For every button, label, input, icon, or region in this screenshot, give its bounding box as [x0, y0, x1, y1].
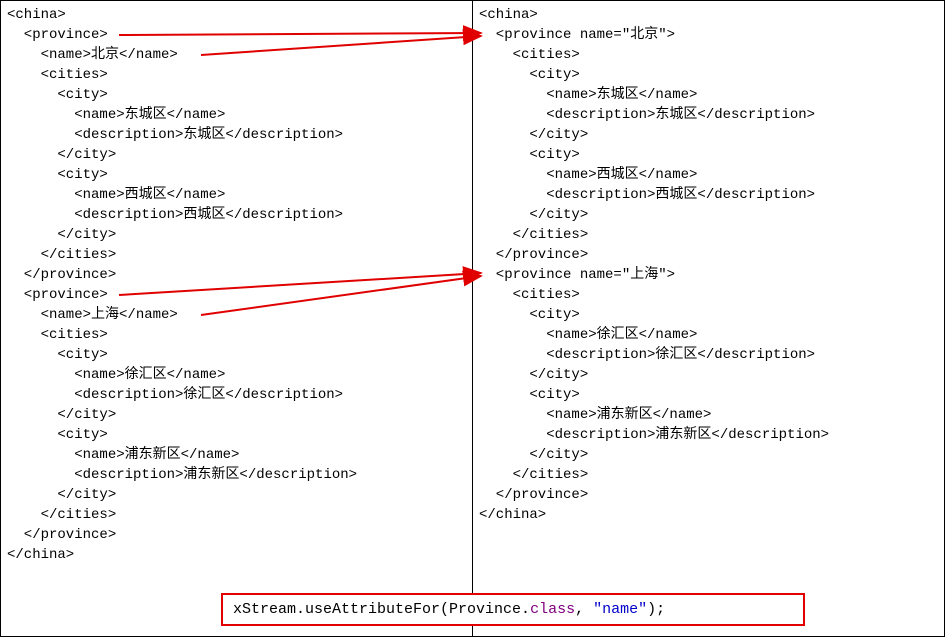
xml-line: <province name="上海">: [479, 265, 939, 285]
xml-line: <city>: [7, 165, 466, 185]
xml-line: <name>北京</name>: [7, 45, 466, 65]
xml-line: <city>: [479, 65, 939, 85]
xml-line: </cities>: [479, 465, 939, 485]
xml-line: <name>东城区</name>: [479, 85, 939, 105]
xml-line: <description>浦东新区</description>: [7, 465, 466, 485]
code-keyword-class: class: [530, 601, 575, 618]
xml-line: <city>: [479, 305, 939, 325]
diagram-container: <china> <province> <name>北京</name> <citi…: [0, 0, 945, 637]
xml-line: </city>: [7, 145, 466, 165]
xml-line: </china>: [479, 505, 939, 525]
xml-line: <name>西城区</name>: [7, 185, 466, 205]
xml-line: <city>: [7, 345, 466, 365]
xml-line: <description>东城区</description>: [7, 125, 466, 145]
xml-line: <city>: [7, 425, 466, 445]
code-text: ,: [575, 601, 593, 618]
code-text: xStream.useAttributeFor(Province.: [233, 601, 530, 618]
xml-line: <city>: [7, 85, 466, 105]
xml-line: <name>浦东新区</name>: [479, 405, 939, 425]
xml-line: <name>东城区</name>: [7, 105, 466, 125]
xml-line: <city>: [479, 385, 939, 405]
xml-line: <description>西城区</description>: [7, 205, 466, 225]
xml-line: <china>: [479, 5, 939, 25]
xml-line: <cities>: [479, 45, 939, 65]
xml-line: <cities>: [479, 285, 939, 305]
xml-line: </city>: [7, 225, 466, 245]
code-text: );: [647, 601, 665, 618]
xml-line: </city>: [479, 445, 939, 465]
xml-line: </cities>: [7, 505, 466, 525]
xml-line: <name>上海</name>: [7, 305, 466, 325]
xml-line: <description>浦东新区</description>: [479, 425, 939, 445]
xml-line: </cities>: [7, 245, 466, 265]
xml-line: </china>: [7, 545, 466, 565]
xml-line: <name>西城区</name>: [479, 165, 939, 185]
xml-line: <name>徐汇区</name>: [7, 365, 466, 385]
xml-line: </cities>: [479, 225, 939, 245]
xml-line: </city>: [7, 485, 466, 505]
xml-line: <cities>: [7, 65, 466, 85]
xml-line: <province>: [7, 25, 466, 45]
xml-line: </province>: [7, 265, 466, 285]
xml-line: <city>: [479, 145, 939, 165]
xml-line: <description>西城区</description>: [479, 185, 939, 205]
xml-line: </city>: [479, 365, 939, 385]
xml-line: <name>浦东新区</name>: [7, 445, 466, 465]
xml-line: <china>: [7, 5, 466, 25]
xml-line: </city>: [7, 405, 466, 425]
left-xml-pane: <china> <province> <name>北京</name> <citi…: [1, 1, 473, 636]
xml-line: </city>: [479, 205, 939, 225]
xml-line: </province>: [7, 525, 466, 545]
xml-line: </city>: [479, 125, 939, 145]
xml-line: <description>徐汇区</description>: [7, 385, 466, 405]
xml-line: <description>东城区</description>: [479, 105, 939, 125]
code-string: "name": [593, 601, 647, 618]
xml-line: <province name="北京">: [479, 25, 939, 45]
xml-line: <province>: [7, 285, 466, 305]
right-xml-pane: <china> <province name="北京"> <cities> <c…: [473, 1, 945, 636]
code-snippet-box: xStream.useAttributeFor(Province.class, …: [221, 593, 805, 626]
xml-line: </province>: [479, 245, 939, 265]
xml-line: <cities>: [7, 325, 466, 345]
xml-line: </province>: [479, 485, 939, 505]
xml-line: <description>徐汇区</description>: [479, 345, 939, 365]
xml-line: <name>徐汇区</name>: [479, 325, 939, 345]
